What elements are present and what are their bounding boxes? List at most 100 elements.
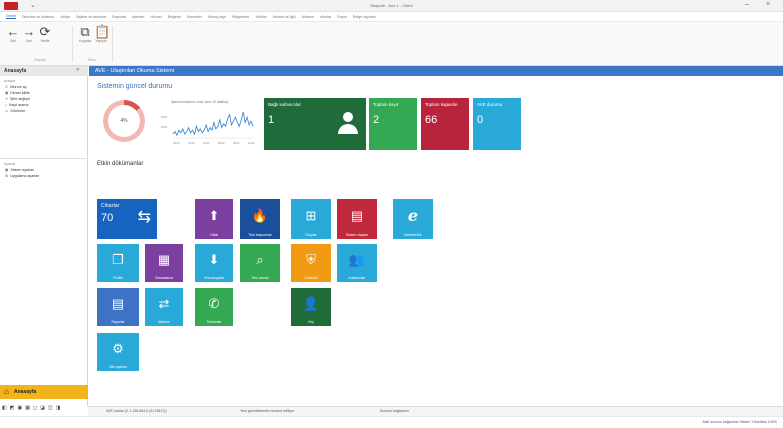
ribbon-tab[interactable]: Belgeler — [168, 15, 181, 19]
close-button[interactable]: × — [766, 1, 770, 8]
windows-icon: ❐ — [112, 252, 124, 267]
ribbon-tab[interactable]: Yetkiler — [255, 15, 267, 19]
sidebar-item[interactable]: ⚿ Oturum aç — [5, 85, 27, 89]
ribbon-tab[interactable]: Hizmet — [151, 15, 162, 19]
tile-label: Profile — [113, 276, 123, 280]
tile-ayarlar[interactable]: ⚙ Ofis ayarları — [97, 333, 139, 371]
sidebar-item-label: Görünüm — [10, 109, 26, 113]
sidebar-toolbar: ◧ ◩ ▣ ▦ ◻ ◪ ◫ ◨ — [2, 405, 63, 411]
tile-raporlar[interactable]: ▤ Raporlar — [97, 288, 139, 326]
ribbon-tab[interactable]: Tanımlar ve kullanıcı — [22, 15, 55, 19]
stat-tile[interactable]: AVE durumu 0 — [473, 98, 521, 150]
arrow-left-icon: ← — [6, 24, 20, 39]
tile-gruplar[interactable]: ⊞ Gruplar — [291, 199, 331, 239]
main-content: AVE - Ulaştırılan Okuma Sistemi Sistemin… — [89, 66, 783, 406]
tile-kullanici[interactable]: 👥 Kullanıcılar — [337, 244, 377, 282]
sidebar-item[interactable]: ⚭ Şifre değiştir — [5, 97, 30, 101]
ribbon-button[interactable]: ← Geri — [6, 24, 20, 44]
status-server: Sunucu bağlantısı — [380, 409, 409, 413]
stat-tile[interactable]: Toplam kayıt 2 — [369, 98, 417, 150]
fire-icon: 🔥 — [251, 208, 269, 223]
download-icon: ⬇ — [208, 252, 220, 267]
ribbon-button[interactable]: → İleri — [22, 25, 36, 44]
ribbon-tab[interactable]: Hizmet ile ilgili — [273, 15, 296, 19]
sidebar: Anasayfa » Araçlar ⚿ Oturum aç ▣ Ekranı kili… — [0, 66, 88, 411]
stat-tile[interactable]: Bağlı kullanıcılar 1 — [264, 98, 366, 150]
ribbon-tab[interactable]: Genel — [6, 14, 16, 19]
tile-cihazlar[interactable]: Cihazlar 70 ⇆ — [97, 199, 157, 239]
ribbon-tab[interactable]: İşlemler — [132, 15, 145, 19]
sidebar-item[interactable]: ⌕ Kayıt arama — [5, 103, 28, 107]
ribbon-tab[interactable]: Hizmetler — [187, 15, 202, 19]
window-title: Raspole - Ana 1 - Client — [370, 3, 413, 8]
ribbon-tab[interactable]: Mesaj kayıt — [208, 15, 226, 19]
content-title: AVE - Ulaştırılan Okuma Sistemi — [95, 68, 175, 74]
monitor-icon: ▤ — [350, 208, 364, 223]
ribbon-button[interactable]: 📋 Yapıştır — [94, 25, 110, 44]
tile-label: Internet link — [404, 233, 422, 237]
ribbon-tab[interactable]: Akınlar — [320, 15, 331, 19]
upload-icon: ⬆ — [208, 208, 220, 223]
tile-profile[interactable]: ❐ Profile — [97, 244, 139, 282]
sidebar-home-button[interactable]: ⌂ Anasayfa — [0, 385, 88, 399]
sidebar-tool-icon[interactable]: ▣ — [17, 405, 22, 411]
sparkline-y-label: 10% — [161, 125, 167, 129]
bottom-bar: Aktif sunucu bağlantısı Sistem Yöneticis… — [0, 416, 783, 428]
tile-guvenlik[interactable]: ⛨ Güvenlik — [291, 244, 331, 282]
tile-label: Tüm başvurular — [248, 233, 272, 237]
sidebar-home-label: Anasayfa — [14, 389, 37, 395]
tile-kisi[interactable]: 👤 Kişi — [291, 288, 331, 326]
stat-tile-value: 66 — [425, 114, 438, 126]
ribbon-button[interactable]: ⧉ Kopyala — [78, 25, 92, 44]
user-icon — [338, 112, 358, 134]
tile-label: Kişi — [308, 320, 314, 324]
sparkline-x-label: 06:00 — [218, 141, 225, 145]
calendar-icon: ▦ — [157, 252, 171, 267]
tile-label: Raporlar — [111, 320, 125, 324]
status-updates: Yeni güncellemeler kontrol ediliyor — [240, 409, 295, 413]
sidebar-tool-icon[interactable]: ◩ — [10, 405, 15, 411]
ribbon-button[interactable]: ⟳ Yenile — [38, 25, 52, 44]
ribbon-tab[interactable]: Rapor — [337, 15, 347, 19]
ribbon-tab[interactable]: İlişkiler ve tanımlar — [76, 15, 106, 19]
ribbon-tab[interactable]: Raporlar — [112, 15, 126, 19]
status-version: AVE sürüm (2.1.138.804.0 (2172817)) — [106, 409, 167, 413]
shield-icon: ⛨ — [306, 252, 316, 267]
sidebar-tool-icon[interactable]: ▦ — [25, 405, 30, 411]
sparkline-y-label: 20% — [161, 115, 167, 119]
tile-zamanlama[interactable]: ▦ Zamanlama — [145, 244, 183, 282]
tile-telefon[interactable]: ✆ Telefonlar — [195, 288, 233, 326]
sidebar-item[interactable]: ⚙ Uygulama ayarları — [5, 174, 39, 178]
tile-sifirla[interactable]: 🔥 Tüm başvurular — [240, 199, 280, 239]
sidebar-tool-icon[interactable]: ◻ — [33, 405, 37, 411]
tile-sistem[interactable]: ▤ Sistem olayları — [337, 199, 377, 239]
sidebar-header: Anasayfa » — [0, 66, 88, 76]
tile-internet[interactable]: e Internet link — [393, 199, 433, 239]
sidebar-collapse-button[interactable]: » — [76, 67, 79, 73]
gear-icon: ⚙ — [112, 341, 124, 356]
sidebar-tool-icon[interactable]: ◫ — [48, 405, 53, 411]
sidebar-item-label: Ekranı kilitle — [10, 91, 30, 95]
sidebar-item[interactable]: ▣ Ekranı kilitle — [5, 91, 30, 95]
tile-ara[interactable]: ⌕ Yeni arama — [240, 244, 280, 282]
ribbon-tab[interactable]: Belge kayıtları — [353, 15, 376, 19]
sparkline-x-label: 02:00 — [188, 141, 195, 145]
tile-label: Güvenlik — [304, 276, 318, 280]
minimize-button[interactable]: – — [745, 1, 749, 8]
sidebar-tool-icon[interactable]: ◨ — [56, 405, 61, 411]
sidebar-item[interactable]: ▭ Görünüm — [5, 109, 25, 113]
tile-yukle[interactable]: ⬆ Yükle — [195, 199, 233, 239]
tile-label: Yeni arama — [251, 276, 269, 280]
sidebar-tool-icon[interactable]: ◧ — [2, 405, 7, 411]
tile-indir[interactable]: ⬇ Yeni dosyalar — [195, 244, 233, 282]
ribbon-tab[interactable]: Aktarım — [302, 15, 314, 19]
ribbon-tab[interactable]: Atölye — [60, 15, 70, 19]
stat-tile-title: Toplam kayıt — [373, 102, 399, 107]
sidebar-item[interactable]: ▦ Sistem ayarları — [5, 168, 34, 172]
ribbon-button-label: Yapıştır — [95, 39, 107, 43]
tile-transfer[interactable]: ⇄ Aktarım — [145, 288, 183, 326]
sidebar-tool-icon[interactable]: ◪ — [40, 405, 45, 411]
ribbon-tab[interactable]: Belgelerim — [232, 15, 249, 19]
ribbon-group-clipboard: Pano — [88, 58, 96, 62]
stat-tile[interactable]: Toplam kapasite 66 — [421, 98, 469, 150]
